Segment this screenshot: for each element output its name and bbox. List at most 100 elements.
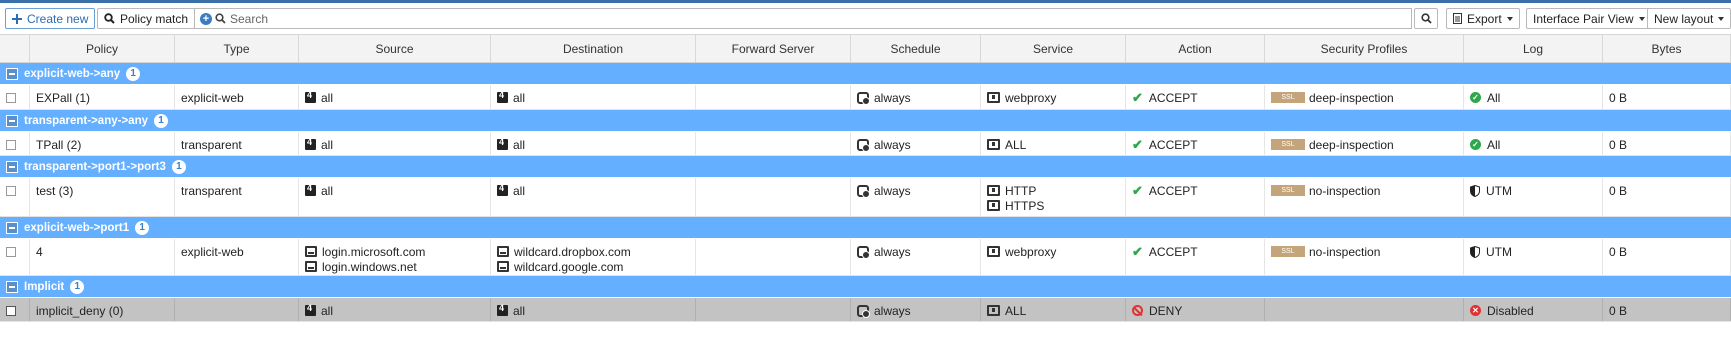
service-label: ALL — [1005, 303, 1027, 318]
destination-cell: all — [491, 132, 696, 155]
header-destination[interactable]: Destination — [491, 35, 696, 62]
table-row[interactable]: test (3) transparent all all always HTTPHTTPS… — [0, 178, 1731, 217]
security-profile-label: no-inspection — [1309, 183, 1381, 198]
section-count-badge: 1 — [154, 113, 168, 128]
interface-pair-view-label: Interface Pair View — [1533, 11, 1634, 26]
source-cell: all — [299, 298, 491, 321]
action-cell: ✔ ACCEPT — [1126, 239, 1265, 275]
new-layout-dropdown[interactable]: New layout — [1647, 8, 1731, 29]
row-checkbox[interactable] — [6, 93, 16, 103]
policy-cell: 4 — [30, 239, 175, 275]
action-cell: ✔ ACCEPT — [1126, 85, 1265, 109]
section-header[interactable]: Implicit 1 — [0, 276, 1731, 298]
source-cell-item: all — [305, 90, 484, 105]
service-cell: webproxy — [981, 239, 1126, 275]
table-row[interactable]: implicit_deny (0) all all always ALL DENY ✕ Dis… — [0, 298, 1731, 322]
log-label: UTM — [1486, 244, 1512, 259]
collapse-icon[interactable] — [6, 114, 18, 127]
security-profiles-cell: SSL deep-inspection — [1265, 85, 1464, 109]
interface-pair-view-dropdown[interactable]: Interface Pair View — [1526, 8, 1652, 29]
source-cell-item: all — [305, 137, 484, 152]
row-checkbox[interactable] — [6, 247, 16, 257]
ssl-badge: SSL — [1271, 92, 1305, 103]
source-cell-item: all — [305, 303, 484, 318]
header-security-profiles[interactable]: Security Profiles — [1265, 35, 1464, 62]
address-icon — [497, 303, 508, 316]
type-cell: transparent — [175, 132, 299, 155]
section-header[interactable]: transparent->any->any 1 — [0, 110, 1731, 132]
header-bytes[interactable]: Bytes — [1603, 35, 1731, 62]
header-type[interactable]: Type — [175, 35, 299, 62]
schedule-label: always — [874, 303, 911, 318]
source-cell: all — [299, 85, 491, 109]
source-cell-item: all — [305, 183, 484, 198]
bytes-value: 0 B — [1609, 244, 1628, 259]
header-policy[interactable]: Policy — [30, 35, 175, 62]
section-title: transparent->port1->port3 — [24, 160, 166, 173]
destination-cell: wildcard.dropbox.com wildcard.google.com — [491, 239, 696, 275]
document-icon — [1453, 13, 1462, 24]
forward-server-value — [702, 137, 844, 152]
row-checkbox[interactable] — [6, 140, 16, 150]
table-row[interactable]: 4 explicit-web login.microsoft.com login.wi… — [0, 239, 1731, 276]
create-new-button[interactable]: Create new — [5, 8, 96, 29]
header-service[interactable]: Service — [981, 35, 1126, 62]
table-row[interactable]: TPall (2) transparent all all always ALL ✔ ACCE… — [0, 132, 1731, 156]
header-action[interactable]: Action — [1126, 35, 1265, 62]
section-count-badge: 1 — [126, 66, 141, 81]
policy-type: explicit-web — [181, 90, 244, 105]
address-icon — [497, 90, 508, 103]
log-cell: ✓ All — [1464, 85, 1603, 109]
search-box[interactable]: + — [194, 8, 1412, 29]
policy-match-button[interactable]: Policy match — [97, 8, 196, 29]
security-profile-label: no-inspection — [1309, 244, 1381, 259]
search-input[interactable] — [230, 9, 1411, 28]
section-header[interactable]: transparent->port1->port3 1 — [0, 156, 1731, 178]
row-checkbox[interactable] — [6, 306, 16, 316]
schedule-label: always — [874, 90, 911, 105]
search-submit-button[interactable] — [1414, 8, 1438, 29]
table-row[interactable]: EXPall (1) explicit-web all all always webpro… — [0, 85, 1731, 110]
section-header[interactable]: explicit-web->any 1 — [0, 63, 1731, 85]
header-schedule[interactable]: Schedule — [851, 35, 981, 62]
schedule-item: always — [857, 183, 974, 198]
service-icon — [987, 92, 1000, 103]
log-cell: ✓ All — [1464, 132, 1603, 155]
collapse-icon[interactable] — [6, 67, 18, 80]
policy-cell: TPall (2) — [30, 132, 175, 155]
bytes-cell: 0 B — [1603, 85, 1731, 109]
export-dropdown[interactable]: Export — [1446, 8, 1520, 29]
fqdn-address-icon — [497, 261, 509, 272]
action-item: ✔ ACCEPT — [1132, 244, 1258, 259]
search-icon — [215, 13, 226, 24]
collapse-icon[interactable] — [6, 280, 18, 293]
source-cell-label: all — [321, 303, 334, 318]
create-new-label: Create new — [27, 11, 89, 26]
header-source[interactable]: Source — [299, 35, 491, 62]
add-filter-icon[interactable]: + — [200, 12, 212, 25]
service-icon — [987, 200, 1000, 211]
source-cell: login.microsoft.com login.windows.net — [299, 239, 491, 275]
collapse-icon[interactable] — [6, 160, 18, 173]
policy-type: explicit-web — [181, 244, 244, 259]
action-label: ACCEPT — [1148, 137, 1198, 152]
type-cell: explicit-web — [175, 85, 299, 109]
collapse-icon[interactable] — [6, 221, 18, 234]
security-profile-item: SSL deep-inspection — [1271, 137, 1457, 152]
chevron-down-icon — [1506, 16, 1513, 21]
destination-cell-label: all — [513, 137, 526, 152]
log-item: UTM — [1470, 244, 1596, 259]
checkmark-icon: ✔ — [1132, 243, 1143, 259]
log-label: All — [1487, 90, 1501, 105]
select-cell — [0, 132, 30, 155]
forward-server-cell — [696, 132, 851, 155]
section-header[interactable]: explicit-web->port1 1 — [0, 217, 1731, 239]
bytes-cell: 0 B — [1603, 298, 1731, 321]
header-log[interactable]: Log — [1464, 35, 1603, 62]
destination-cell-item: all — [497, 137, 689, 152]
schedule-item: always — [857, 137, 974, 152]
schedule-label: always — [874, 244, 911, 259]
forward-server-value — [702, 90, 844, 105]
header-forward-server[interactable]: Forward Server — [696, 35, 851, 62]
row-checkbox[interactable] — [6, 186, 16, 196]
